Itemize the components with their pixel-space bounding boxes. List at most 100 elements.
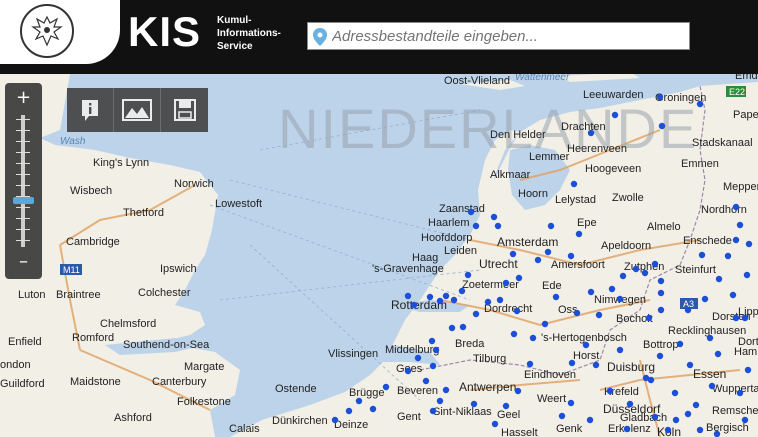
search-box[interactable] bbox=[307, 22, 690, 50]
kumul-marker[interactable] bbox=[472, 222, 480, 230]
kumul-marker[interactable] bbox=[744, 366, 752, 374]
kumul-marker[interactable] bbox=[696, 426, 704, 434]
kumul-marker[interactable] bbox=[657, 277, 665, 285]
kumul-marker[interactable] bbox=[429, 362, 437, 370]
kumul-marker[interactable] bbox=[515, 274, 523, 282]
kumul-marker[interactable] bbox=[448, 324, 456, 332]
kumul-marker[interactable] bbox=[656, 352, 664, 360]
kumul-marker[interactable] bbox=[558, 412, 566, 420]
kumul-marker[interactable] bbox=[575, 230, 583, 238]
kumul-marker[interactable] bbox=[442, 386, 450, 394]
kumul-marker[interactable] bbox=[616, 346, 624, 354]
kumul-marker[interactable] bbox=[724, 252, 732, 260]
kumul-marker[interactable] bbox=[494, 222, 502, 230]
zoom-in-button[interactable]: + bbox=[5, 85, 42, 111]
kumul-marker[interactable] bbox=[587, 129, 595, 137]
kumul-marker[interactable] bbox=[736, 389, 744, 397]
save-button[interactable] bbox=[161, 88, 208, 132]
kumul-marker[interactable] bbox=[331, 416, 339, 424]
kumul-marker[interactable] bbox=[510, 330, 518, 338]
kumul-marker[interactable] bbox=[623, 425, 631, 433]
kumul-marker[interactable] bbox=[713, 430, 721, 437]
kumul-marker[interactable] bbox=[651, 260, 659, 268]
kumul-marker[interactable] bbox=[684, 410, 692, 418]
kumul-marker[interactable] bbox=[743, 271, 751, 279]
kumul-marker[interactable] bbox=[464, 271, 472, 279]
kumul-marker[interactable] bbox=[606, 387, 614, 395]
kumul-marker[interactable] bbox=[611, 111, 619, 119]
kumul-marker[interactable] bbox=[664, 426, 672, 434]
kumul-marker[interactable] bbox=[671, 389, 679, 397]
address-search-input[interactable] bbox=[332, 23, 682, 49]
kumul-marker[interactable] bbox=[608, 285, 616, 293]
kumul-marker[interactable] bbox=[404, 292, 412, 300]
kumul-marker[interactable] bbox=[645, 314, 653, 322]
kumul-marker[interactable] bbox=[641, 269, 649, 277]
kumul-marker[interactable] bbox=[714, 350, 722, 358]
kumul-marker[interactable] bbox=[432, 346, 440, 354]
kumul-marker[interactable] bbox=[616, 295, 624, 303]
kumul-marker[interactable] bbox=[467, 208, 475, 216]
kumul-marker[interactable] bbox=[502, 402, 510, 410]
kumul-marker[interactable] bbox=[658, 122, 666, 130]
kumul-marker[interactable] bbox=[369, 405, 377, 413]
kumul-marker[interactable] bbox=[732, 236, 740, 244]
kumul-marker[interactable] bbox=[573, 309, 581, 317]
kumul-marker[interactable] bbox=[526, 360, 534, 368]
kumul-marker[interactable] bbox=[708, 382, 716, 390]
kumul-marker[interactable] bbox=[470, 400, 478, 408]
kumul-marker[interactable] bbox=[472, 310, 480, 318]
kumul-marker[interactable] bbox=[732, 314, 740, 322]
kumul-marker[interactable] bbox=[382, 383, 390, 391]
kumul-marker[interactable] bbox=[632, 265, 640, 273]
kumul-marker[interactable] bbox=[647, 376, 655, 384]
kumul-marker[interactable] bbox=[450, 296, 458, 304]
kumul-marker[interactable] bbox=[541, 320, 549, 328]
kumul-marker[interactable] bbox=[514, 387, 522, 395]
kumul-marker[interactable] bbox=[696, 100, 704, 108]
kumul-marker[interactable] bbox=[701, 295, 709, 303]
kumul-marker[interactable] bbox=[345, 407, 353, 415]
kumul-marker[interactable] bbox=[732, 203, 740, 211]
kumul-marker[interactable] bbox=[442, 292, 450, 300]
kumul-marker[interactable] bbox=[741, 314, 749, 322]
kumul-marker[interactable] bbox=[410, 301, 418, 309]
kumul-marker[interactable] bbox=[513, 307, 521, 315]
kumul-marker[interactable] bbox=[587, 288, 595, 296]
kumul-marker[interactable] bbox=[619, 272, 627, 280]
zoom-slider-thumb[interactable] bbox=[13, 197, 34, 205]
kumul-marker[interactable] bbox=[458, 287, 466, 295]
kumul-marker[interactable] bbox=[426, 293, 434, 301]
kumul-marker[interactable] bbox=[414, 354, 422, 362]
kumul-marker[interactable] bbox=[657, 289, 665, 297]
kumul-marker[interactable] bbox=[567, 252, 575, 260]
image-button[interactable] bbox=[114, 88, 161, 132]
kumul-marker[interactable] bbox=[459, 323, 467, 331]
kumul-marker[interactable] bbox=[529, 334, 537, 342]
kumul-marker[interactable] bbox=[428, 337, 436, 345]
kumul-marker[interactable] bbox=[592, 361, 600, 369]
kumul-marker[interactable] bbox=[547, 222, 555, 230]
zoom-out-button[interactable]: – bbox=[5, 249, 42, 275]
kumul-marker[interactable] bbox=[491, 420, 499, 428]
kumul-marker[interactable] bbox=[552, 293, 560, 301]
kumul-marker[interactable] bbox=[355, 397, 363, 405]
kumul-marker[interactable] bbox=[544, 248, 552, 256]
kumul-marker[interactable] bbox=[404, 367, 412, 375]
kumul-marker[interactable] bbox=[672, 416, 680, 424]
kumul-marker[interactable] bbox=[657, 306, 665, 314]
kumul-marker[interactable] bbox=[509, 250, 517, 258]
kumul-marker[interactable] bbox=[745, 240, 753, 248]
kumul-marker[interactable] bbox=[684, 306, 692, 314]
kumul-marker[interactable] bbox=[741, 416, 749, 424]
kumul-marker[interactable] bbox=[651, 413, 659, 421]
kumul-marker[interactable] bbox=[534, 256, 542, 264]
kumul-marker[interactable] bbox=[490, 213, 498, 221]
kumul-marker[interactable] bbox=[729, 291, 737, 299]
kumul-marker[interactable] bbox=[436, 297, 444, 305]
kumul-marker[interactable] bbox=[496, 296, 504, 304]
kumul-marker[interactable] bbox=[429, 407, 437, 415]
kumul-marker[interactable] bbox=[706, 334, 714, 342]
kumul-marker[interactable] bbox=[502, 279, 510, 287]
kumul-marker[interactable] bbox=[568, 359, 576, 367]
